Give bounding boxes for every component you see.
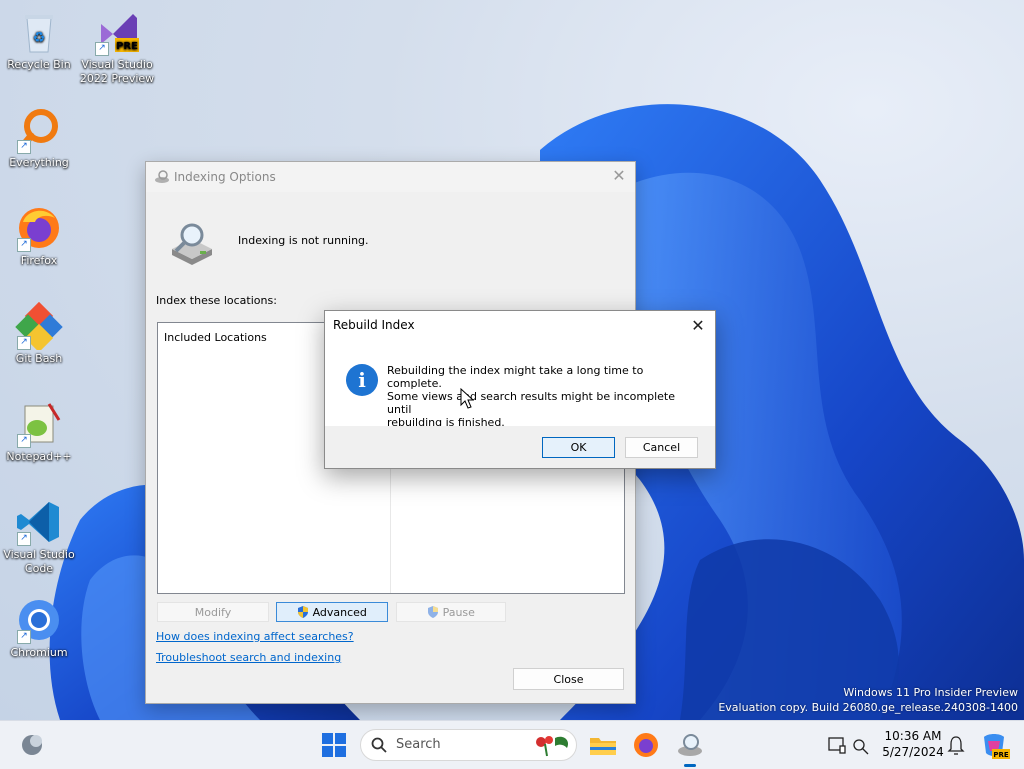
- desktop-icon-label: Firefox: [20, 254, 58, 267]
- notepad-plus-plus-icon: ↗: [15, 400, 63, 448]
- desktop-icon-label: Recycle Bin: [7, 58, 71, 71]
- pause-button-label: Pause: [442, 606, 475, 619]
- desktop: ♻ Recycle Bin PRE ↗ Visual Studio 2022 P…: [0, 0, 1024, 720]
- desktop-icon-label: Visual Studio 2022 Preview: [79, 58, 155, 85]
- link-how-indexing-affects-searches[interactable]: How does indexing affect searches?: [156, 630, 354, 643]
- notification-bell-icon[interactable]: [946, 729, 966, 761]
- window-title: Indexing Options: [174, 170, 276, 184]
- rebuild-index-dialog: Rebuild Index ✕ i Rebuilding the index m…: [324, 310, 716, 469]
- taskbar: Search 10:36 AM 5/27/2024 PRE: [0, 720, 1024, 769]
- search-highlight-flowers-icon: [536, 736, 569, 757]
- dialog-title: Rebuild Index: [333, 318, 415, 332]
- message-line: Rebuilding the index might take a long t…: [387, 364, 644, 390]
- network-status-icon[interactable]: [852, 729, 870, 761]
- search-icon: [371, 737, 387, 753]
- recycle-bin-icon: ♻: [15, 8, 63, 56]
- dialog-footer: OK Cancel: [325, 426, 715, 468]
- advanced-button[interactable]: Advanced: [276, 602, 388, 622]
- cancel-button[interactable]: Cancel: [625, 437, 698, 458]
- taskbar-clock[interactable]: 10:36 AM 5/27/2024: [878, 728, 948, 760]
- watermark-line: Evaluation copy. Build 26080.ge_release.…: [718, 701, 1018, 714]
- desktop-icon-chromium[interactable]: ↗ Chromium: [0, 596, 78, 660]
- device-tray-icon[interactable]: [828, 729, 846, 761]
- search-placeholder: Search: [396, 737, 441, 752]
- indexing-options-taskbar-icon[interactable]: [674, 729, 706, 761]
- desktop-icon-label: Visual Studio Code: [3, 548, 75, 575]
- close-button[interactable]: Close: [513, 668, 624, 690]
- firefox-icon: ↗: [15, 204, 63, 252]
- vscode-icon: ↗: [15, 498, 63, 546]
- copilot-icon[interactable]: PRE: [978, 729, 1010, 761]
- widgets-weather-icon[interactable]: [16, 729, 48, 761]
- indexing-options-icon: [155, 170, 169, 183]
- title-bar[interactable]: Indexing Options ✕: [146, 162, 635, 192]
- close-icon[interactable]: ✕: [687, 315, 709, 337]
- pre-badge: PRE: [116, 41, 138, 52]
- ok-button[interactable]: OK: [542, 437, 615, 458]
- visual-studio-icon: PRE ↗: [93, 8, 141, 56]
- clock-time: 10:36 AM: [884, 729, 942, 743]
- desktop-icon-label: Git Bash: [15, 352, 63, 365]
- taskbar-search-box[interactable]: Search: [360, 729, 577, 761]
- clock-date: 5/27/2024: [882, 745, 944, 759]
- modify-button[interactable]: Modify: [157, 602, 269, 622]
- info-icon: i: [346, 364, 378, 396]
- message-line: Some views and search results might be i…: [387, 390, 676, 416]
- desktop-icon-visual-studio-2022-preview[interactable]: PRE ↗ Visual Studio 2022 Preview: [78, 8, 156, 86]
- watermark-line: Windows 11 Pro Insider Preview: [843, 686, 1018, 699]
- shortcut-arrow-icon: ↗: [17, 140, 31, 154]
- shield-icon: [298, 606, 309, 618]
- shortcut-arrow-icon: ↗: [17, 630, 31, 644]
- shortcut-arrow-icon: ↗: [17, 336, 31, 350]
- active-app-indicator: [684, 764, 696, 767]
- shortcut-arrow-icon: ↗: [17, 532, 31, 546]
- dialog-message: Rebuilding the index might take a long t…: [387, 364, 697, 429]
- shield-icon: [428, 606, 439, 618]
- desktop-icon-label: Everything: [9, 156, 69, 169]
- column-header-included-locations[interactable]: Included Locations: [164, 331, 267, 344]
- desktop-icon-recycle-bin[interactable]: ♻ Recycle Bin: [0, 8, 78, 72]
- title-bar[interactable]: Rebuild Index ✕: [325, 311, 715, 341]
- desktop-icon-firefox[interactable]: ↗ Firefox: [0, 204, 78, 268]
- desktop-icon-label: Chromium: [10, 646, 68, 659]
- desktop-icon-label: Notepad++: [6, 450, 72, 463]
- locations-label: Index these locations:: [156, 294, 277, 307]
- file-explorer-icon[interactable]: [587, 729, 619, 761]
- link-troubleshoot-search[interactable]: Troubleshoot search and indexing: [156, 651, 341, 664]
- close-icon[interactable]: ✕: [609, 166, 629, 186]
- start-windows-icon[interactable]: [318, 729, 350, 761]
- mouse-cursor-icon: [460, 388, 474, 409]
- shortcut-arrow-icon: ↗: [17, 238, 31, 252]
- indexing-drive-icon: [172, 223, 212, 265]
- desktop-icon-visual-studio-code[interactable]: ↗ Visual Studio Code: [0, 498, 78, 576]
- svg-text:♻: ♻: [33, 30, 46, 46]
- desktop-icon-notepad-plus-plus[interactable]: ↗ Notepad++: [0, 400, 78, 464]
- evaluation-watermark: Windows 11 Pro Insider Preview Evaluatio…: [718, 685, 1018, 715]
- indexing-status: Indexing is not running.: [238, 234, 369, 247]
- firefox-icon[interactable]: [630, 729, 662, 761]
- pre-badge: PRE: [993, 751, 1009, 759]
- desktop-icon-git-bash[interactable]: ↗ Git Bash: [0, 301, 78, 366]
- git-bash-icon: ↗: [15, 301, 63, 353]
- advanced-button-label: Advanced: [312, 606, 367, 619]
- pause-button[interactable]: Pause: [396, 602, 506, 622]
- chromium-icon: ↗: [15, 596, 63, 644]
- everything-search-icon: ↗: [15, 106, 63, 154]
- shortcut-arrow-icon: ↗: [17, 434, 31, 448]
- shortcut-arrow-icon: ↗: [95, 42, 109, 56]
- desktop-icon-everything[interactable]: ↗ Everything: [0, 106, 78, 170]
